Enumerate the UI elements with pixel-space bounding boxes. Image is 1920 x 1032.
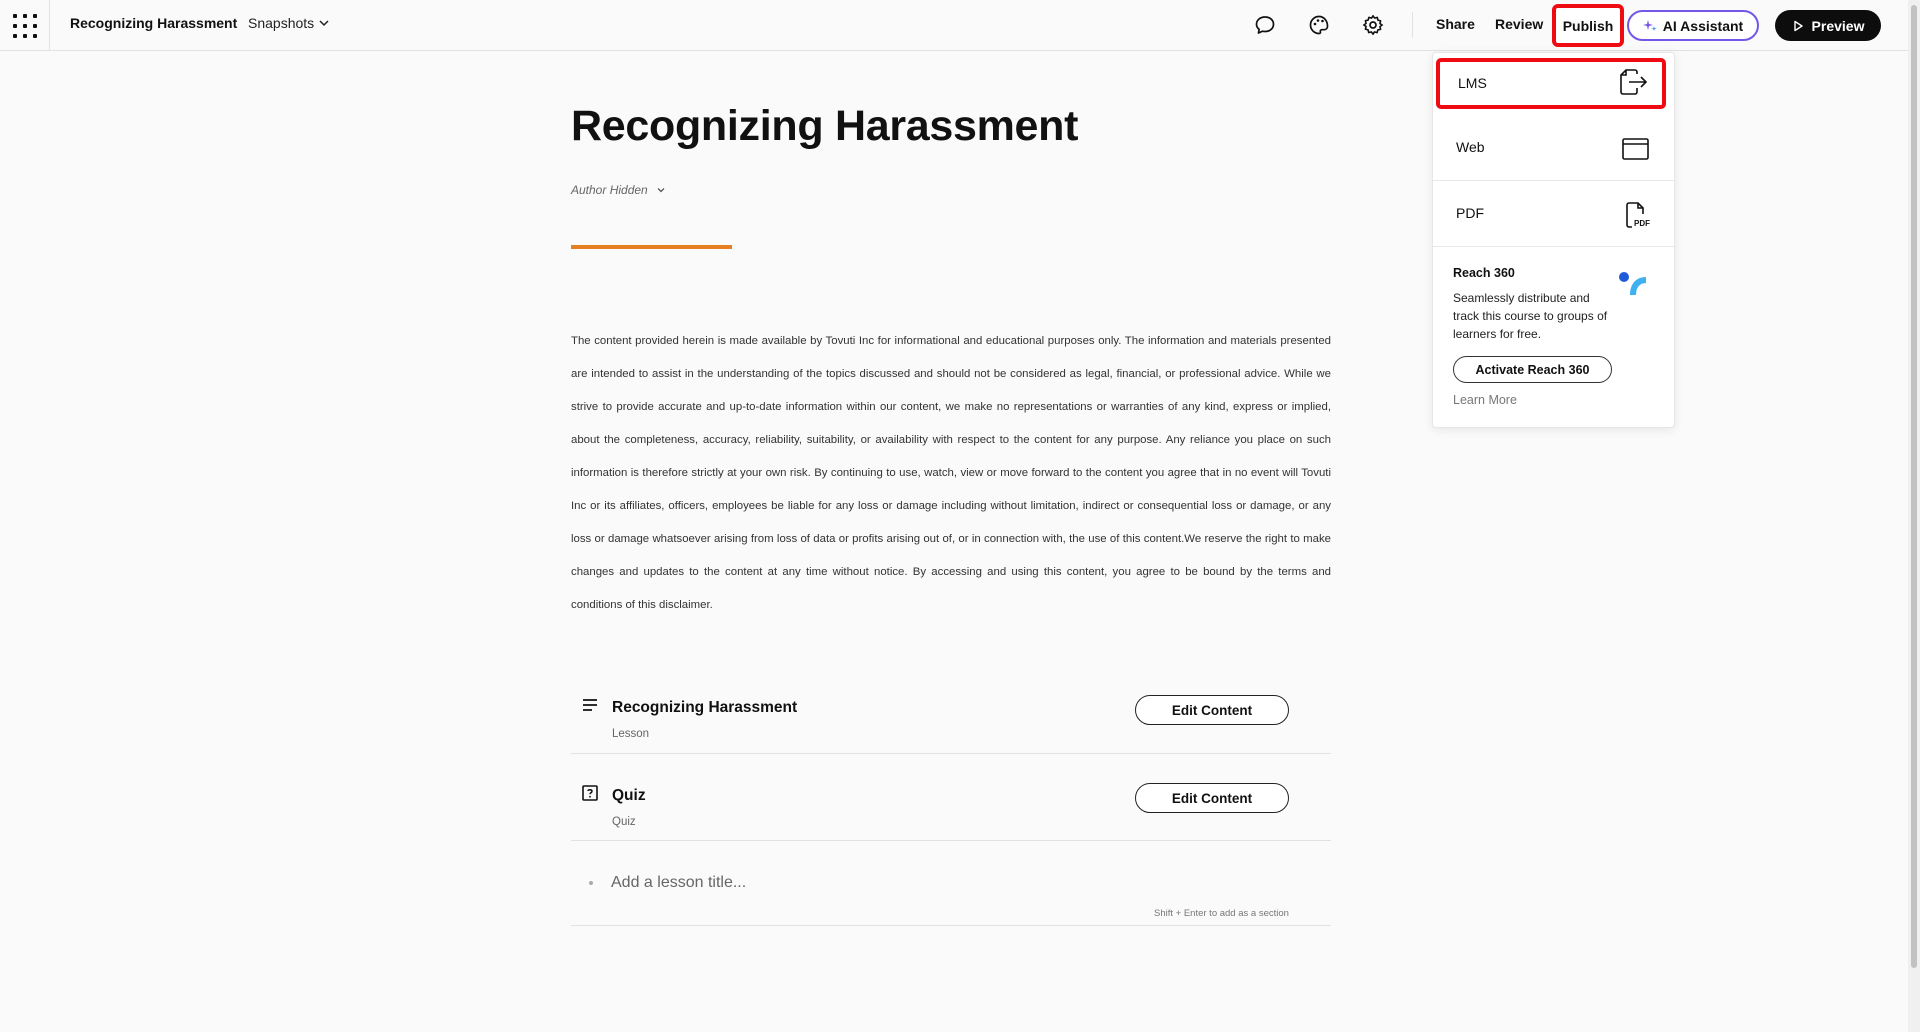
preview-label: Preview	[1811, 17, 1865, 34]
reach-360-logo	[1618, 271, 1648, 301]
lines-icon	[581, 696, 599, 714]
author-label: Author Hidden	[571, 183, 648, 197]
preview-button[interactable]: Preview	[1775, 10, 1881, 41]
gear-icon[interactable]	[1361, 13, 1385, 37]
lms-label: LMS	[1458, 75, 1487, 91]
bullet-icon	[589, 881, 593, 885]
snapshots-menu[interactable]: Snapshots	[248, 15, 330, 31]
top-bar: Recognizing Harassment Snapshots Share R…	[0, 0, 1920, 51]
ai-assistant-label: AI Assistant	[1662, 17, 1744, 34]
palette-icon[interactable]	[1307, 13, 1331, 37]
share-button[interactable]: Share	[1436, 16, 1475, 32]
disclaimer-text[interactable]: The content provided herein is made avai…	[571, 325, 1331, 622]
add-lesson-row: Shift + Enter to add as a section	[571, 861, 1331, 926]
edit-content-button[interactable]: Edit Content	[1135, 783, 1289, 813]
review-button[interactable]: Review	[1495, 16, 1543, 32]
page-title[interactable]: Recognizing Harassment	[571, 102, 1078, 151]
publish-lms-option[interactable]: LMS	[1436, 58, 1666, 109]
pdf-file-icon: PDF	[1620, 201, 1650, 229]
sparkle-icon	[1642, 19, 1657, 31]
play-icon	[1793, 20, 1803, 31]
publish-pdf-option[interactable]: PDF PDF	[1433, 181, 1676, 247]
lesson-row: Recognizing Harassment Lesson Edit Conte…	[571, 683, 1331, 754]
learn-more-link[interactable]: Learn More	[1453, 393, 1517, 407]
scrollbar-thumb[interactable]	[1911, 5, 1917, 968]
accent-divider	[571, 245, 732, 249]
publish-web-option[interactable]: Web	[1433, 115, 1676, 181]
course-title: Recognizing Harassment	[70, 15, 238, 31]
add-lesson-hint: Shift + Enter to add as a section	[1154, 908, 1289, 919]
lesson-title[interactable]: Quiz	[612, 787, 646, 805]
lesson-type: Quiz	[612, 816, 636, 828]
comments-icon[interactable]	[1253, 13, 1277, 37]
web-label: Web	[1456, 139, 1485, 155]
question-box-icon	[581, 784, 599, 802]
svg-text:PDF: PDF	[1634, 219, 1650, 228]
export-file-icon	[1618, 68, 1648, 96]
lesson-row: Quiz Quiz Edit Content	[571, 771, 1331, 841]
reach-360-title: Reach 360	[1453, 266, 1515, 280]
lesson-type: Lesson	[612, 728, 650, 740]
chevron-down-icon	[319, 20, 329, 27]
app-launcher-button[interactable]	[0, 0, 50, 51]
add-lesson-input[interactable]	[611, 870, 1131, 896]
publish-button[interactable]: Publish	[1552, 4, 1624, 47]
snapshots-label: Snapshots	[248, 15, 315, 31]
publish-dropdown: LMS Web PDF PDF Reach 360 Seamlessly dis…	[1432, 52, 1676, 428]
browser-window-icon	[1620, 135, 1650, 163]
lesson-title[interactable]: Recognizing Harassment	[612, 699, 797, 717]
pdf-label: PDF	[1456, 205, 1484, 221]
grid-icon	[12, 13, 37, 38]
ai-assistant-button[interactable]: AI Assistant	[1627, 10, 1759, 41]
activate-reach-360-button[interactable]: Activate Reach 360	[1453, 356, 1612, 383]
chevron-down-icon	[657, 188, 665, 193]
edit-content-button[interactable]: Edit Content	[1135, 695, 1289, 725]
author-selector[interactable]: Author Hidden	[571, 183, 666, 197]
reach-360-description: Seamlessly distribute and track this cou…	[1453, 291, 1608, 341]
toolbar-divider	[1412, 12, 1413, 38]
